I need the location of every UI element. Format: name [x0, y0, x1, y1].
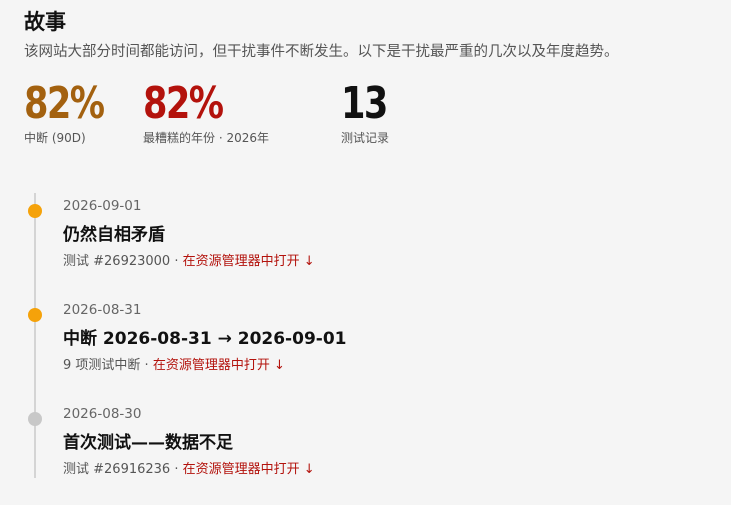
- timeline-dot-icon: [28, 204, 42, 218]
- page-title: 故事: [24, 10, 66, 34]
- stat-test-records: 13 测试记录: [341, 79, 461, 151]
- timeline-meta-text: 测试 #26923000 ·: [63, 254, 183, 269]
- stats-row: 82% 中断 (90D) 82% 最糟糕的年份 · 2026年 13 测试记录: [24, 79, 731, 151]
- timeline-meta-text: 9 项测试中断 ·: [63, 358, 153, 373]
- stat-value: 13: [341, 78, 388, 129]
- timeline-heading: 仍然自相矛盾: [63, 225, 165, 245]
- timeline-item: 2026-09-01 仍然自相矛盾 测试 #26923000 · 在资源管理器中…: [24, 193, 714, 297]
- stat-label: 最糟糕的年份 · 2026年: [143, 131, 269, 145]
- page-subtitle: 该网站大部分时间都能访问，但干扰事件不断发生。以下是干扰最严重的几次以及年度趋势…: [24, 44, 619, 60]
- timeline: 2026-09-01 仍然自相矛盾 测试 #26923000 · 在资源管理器中…: [24, 193, 714, 505]
- timeline-heading: 首次测试——数据不足: [63, 433, 233, 453]
- timeline-item: 2026-08-31 中断 2026-08-31 → 2026-09-01 9 …: [24, 297, 714, 401]
- timeline-date: 2026-08-30: [63, 406, 142, 422]
- open-in-explorer-link[interactable]: 在资源管理器中打开 ↓: [183, 462, 315, 477]
- stat-outage-90d: 82% 中断 (90D): [24, 79, 143, 151]
- timeline-date: 2026-08-31: [63, 302, 142, 318]
- stat-label: 中断 (90D): [24, 131, 86, 145]
- timeline-meta-text: 测试 #26916236 ·: [63, 462, 183, 477]
- stat-value: 82%: [143, 78, 224, 129]
- open-in-explorer-link[interactable]: 在资源管理器中打开 ↓: [153, 358, 285, 373]
- stat-value: 82%: [24, 78, 105, 129]
- timeline-item: 2026-08-30 首次测试——数据不足 测试 #26916236 · 在资源…: [24, 401, 714, 505]
- timeline-meta: 测试 #26923000 · 在资源管理器中打开 ↓: [63, 252, 714, 272]
- timeline-date: 2026-09-01: [63, 198, 142, 214]
- timeline-meta: 9 项测试中断 · 在资源管理器中打开 ↓: [63, 356, 714, 376]
- timeline-dot-icon: [28, 412, 42, 426]
- stat-label: 测试记录: [341, 131, 390, 145]
- stat-worst-year: 82% 最糟糕的年份 · 2026年: [143, 79, 341, 151]
- timeline-heading: 中断 2026-08-31 → 2026-09-01: [63, 329, 347, 349]
- open-in-explorer-link[interactable]: 在资源管理器中打开 ↓: [183, 254, 315, 269]
- timeline-meta: 测试 #26916236 · 在资源管理器中打开 ↓: [63, 460, 714, 480]
- timeline-dot-icon: [28, 308, 42, 322]
